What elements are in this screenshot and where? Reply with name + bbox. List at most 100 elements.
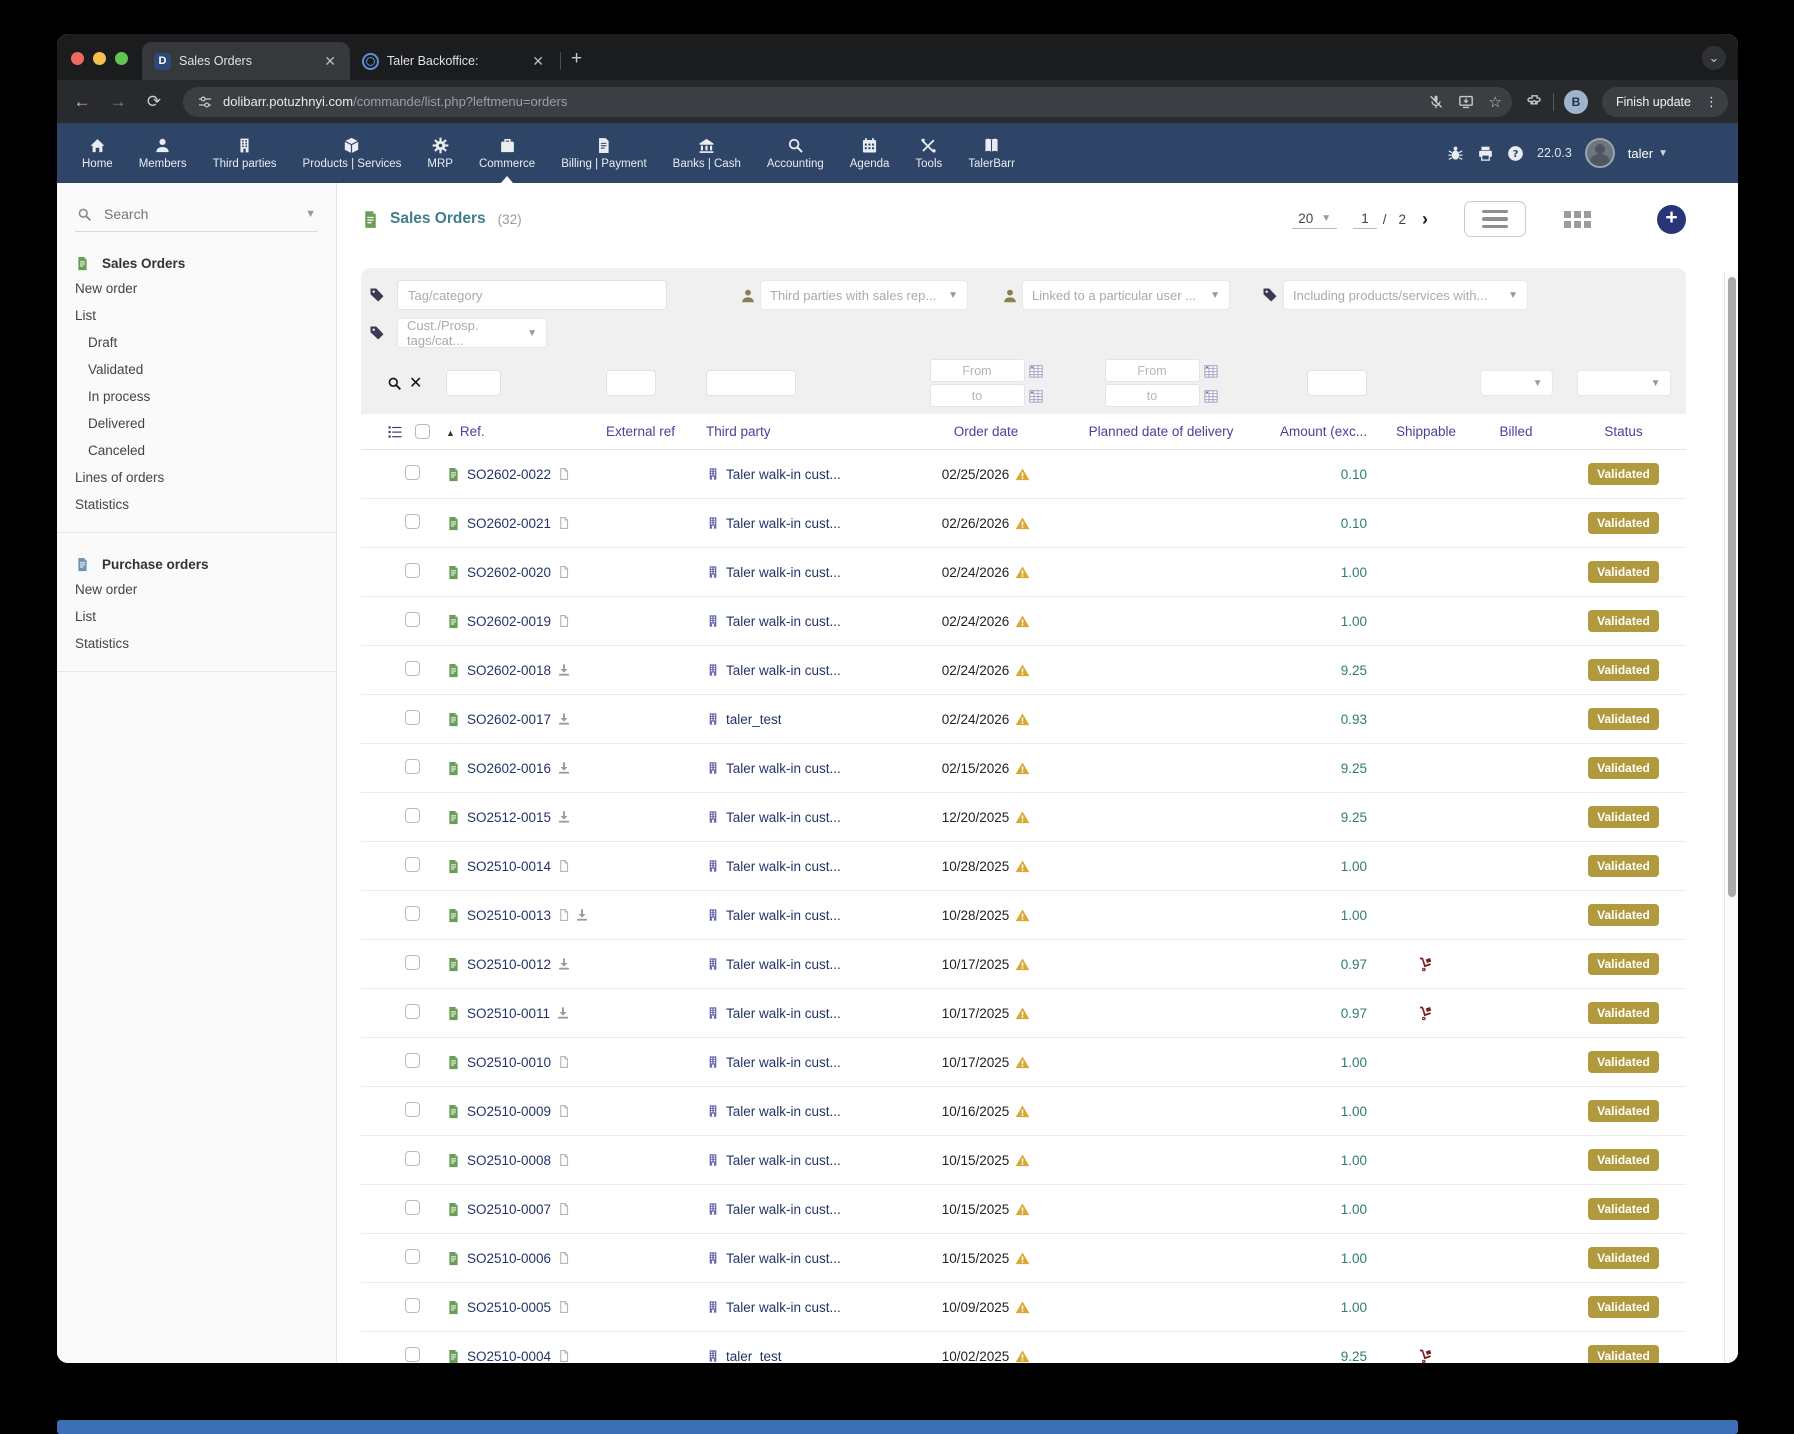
user-menu[interactable]: taler▼ <box>1628 146 1668 161</box>
third-party-link[interactable]: Taler walk-in cust... <box>726 663 841 678</box>
row-checkbox[interactable] <box>405 1347 420 1362</box>
new-tab-button[interactable]: + <box>565 48 592 80</box>
third-party-link[interactable]: Taler walk-in cust... <box>726 1153 841 1168</box>
third-party-link[interactable]: Taler walk-in cust... <box>726 516 841 531</box>
third-parties-sales-rep-select[interactable]: Third parties with sales rep...▼ <box>760 280 968 310</box>
reload-button[interactable]: ⟳ <box>139 92 169 112</box>
finish-update-button[interactable]: Finish update ⋮ <box>1602 87 1728 117</box>
clone-document-icon[interactable] <box>557 1300 571 1314</box>
planned-date-to-input[interactable] <box>1105 384 1200 407</box>
third-party-link[interactable]: Taler walk-in cust... <box>726 1251 841 1266</box>
sidebar-item-list[interactable]: List <box>57 603 336 630</box>
amount-value[interactable]: 1.00 <box>1271 565 1381 580</box>
list-view-button[interactable] <box>1464 201 1526 237</box>
topnav-item-accounting[interactable]: Accounting <box>754 123 837 183</box>
row-checkbox[interactable] <box>405 1053 420 1068</box>
order-ref-link[interactable]: SO2602-0022 <box>467 467 551 482</box>
amount-value[interactable]: 1.00 <box>1271 1104 1381 1119</box>
amount-value[interactable]: 0.10 <box>1271 516 1381 531</box>
header-billed[interactable]: Billed <box>1471 424 1561 439</box>
amount-value[interactable]: 1.00 <box>1271 1153 1381 1168</box>
clone-document-icon[interactable] <box>557 1202 571 1216</box>
current-page-input[interactable]: 1 <box>1353 209 1377 229</box>
calendar-icon[interactable] <box>1204 389 1218 403</box>
topnav-item-talerbarr[interactable]: TalerBarr <box>955 123 1028 183</box>
order-ref-link[interactable]: SO2510-0013 <box>467 908 551 923</box>
row-checkbox[interactable] <box>405 759 420 774</box>
sidebar-search-input[interactable] <box>102 205 305 223</box>
tab-close-icon[interactable]: ✕ <box>322 53 338 70</box>
user-avatar[interactable] <box>1585 138 1615 168</box>
topnav-item-home[interactable]: Home <box>69 123 126 183</box>
sidebar-section-title[interactable]: Purchase orders <box>57 553 336 576</box>
order-ref-link[interactable]: SO2510-0006 <box>467 1251 551 1266</box>
clone-document-icon[interactable] <box>557 1055 571 1069</box>
sidebar-item-new-order[interactable]: New order <box>57 275 336 302</box>
order-ref-link[interactable]: SO2510-0011 <box>467 1006 550 1021</box>
forward-button[interactable]: → <box>103 92 133 112</box>
linked-user-select[interactable]: Linked to a particular user ...▼ <box>1022 280 1230 310</box>
tab-taler-backoffice[interactable]: Taler Backoffice: ✕ <box>350 42 558 80</box>
next-page-button[interactable]: › <box>1422 209 1428 230</box>
row-checkbox[interactable] <box>405 514 420 529</box>
amount-value[interactable]: 0.10 <box>1271 467 1381 482</box>
sidebar-item-statistics[interactable]: Statistics <box>57 630 336 657</box>
tag-category-input[interactable] <box>397 280 667 310</box>
topnav-item-mrp[interactable]: MRP <box>414 123 466 183</box>
clear-search-icon[interactable]: ✕ <box>409 373 422 393</box>
back-button[interactable]: ← <box>67 92 97 112</box>
tab-search-chevron-icon[interactable]: ⌄ <box>1702 46 1726 70</box>
calendar-icon[interactable] <box>1029 389 1043 403</box>
download-document-icon[interactable] <box>557 761 571 775</box>
row-checkbox[interactable] <box>405 661 420 676</box>
sidebar-item-in-process[interactable]: In process <box>57 383 336 410</box>
header-ref[interactable]: ▲Ref. <box>446 424 606 439</box>
header-amount[interactable]: Amount (exc... <box>1271 424 1381 439</box>
third-party-link[interactable]: taler_test <box>726 1349 782 1364</box>
order-date-to-input[interactable] <box>930 384 1025 407</box>
third-party-filter-input[interactable] <box>706 370 796 396</box>
sidebar-item-list[interactable]: List <box>57 302 336 329</box>
billed-filter-select[interactable]: ▼ <box>1480 370 1553 396</box>
topnav-item-members[interactable]: Members <box>126 123 200 183</box>
order-ref-link[interactable]: SO2602-0020 <box>467 565 551 580</box>
row-checkbox[interactable] <box>405 465 420 480</box>
cust-prosp-tags-select[interactable]: Cust./Prosp. tags/cat...▼ <box>397 318 547 348</box>
order-ref-link[interactable]: SO2602-0021 <box>467 516 551 531</box>
header-order-date[interactable]: Order date <box>921 424 1051 439</box>
download-document-icon[interactable] <box>557 957 571 971</box>
amount-value[interactable]: 1.00 <box>1271 1055 1381 1070</box>
sidebar-item-new-order[interactable]: New order <box>57 576 336 603</box>
third-party-link[interactable]: Taler walk-in cust... <box>726 810 841 825</box>
topnav-item-billing-payment[interactable]: Billing | Payment <box>548 123 659 183</box>
add-order-button[interactable]: + <box>1657 205 1686 234</box>
tab-sales-orders[interactable]: D Sales Orders ✕ <box>142 42 350 80</box>
bookmark-star-icon[interactable]: ☆ <box>1488 93 1501 111</box>
topnav-item-products-services[interactable]: Products | Services <box>290 123 415 183</box>
browser-menu-icon[interactable]: ⋮ <box>1701 94 1722 110</box>
download-document-icon[interactable] <box>556 1006 570 1020</box>
header-shippable[interactable]: Shippable <box>1381 424 1471 439</box>
third-party-link[interactable]: Taler walk-in cust... <box>726 1104 841 1119</box>
clone-document-icon[interactable] <box>557 1251 571 1265</box>
amount-value[interactable]: 9.25 <box>1271 761 1381 776</box>
page-size-select[interactable]: 20▼ <box>1292 209 1337 229</box>
run-search-icon[interactable] <box>387 376 402 391</box>
amount-value[interactable]: 9.25 <box>1271 810 1381 825</box>
clone-document-icon[interactable] <box>557 467 571 481</box>
third-party-link[interactable]: Taler walk-in cust... <box>726 859 841 874</box>
calendar-icon[interactable] <box>1204 364 1218 378</box>
sidebar-item-lines-of-orders[interactable]: Lines of orders <box>57 464 336 491</box>
amount-value[interactable]: 1.00 <box>1271 614 1381 629</box>
extensions-icon[interactable] <box>1526 93 1543 110</box>
row-checkbox[interactable] <box>405 906 420 921</box>
amount-value[interactable]: 0.97 <box>1271 1006 1381 1021</box>
amount-filter-input[interactable] <box>1307 370 1367 396</box>
header-third-party[interactable]: Third party <box>706 424 921 439</box>
order-ref-link[interactable]: SO2510-0005 <box>467 1300 551 1315</box>
row-checkbox[interactable] <box>405 1200 420 1215</box>
sidebar-item-draft[interactable]: Draft <box>57 329 336 356</box>
third-party-link[interactable]: Taler walk-in cust... <box>726 1300 841 1315</box>
sidebar-item-validated[interactable]: Validated <box>57 356 336 383</box>
third-party-link[interactable]: Taler walk-in cust... <box>726 565 841 580</box>
